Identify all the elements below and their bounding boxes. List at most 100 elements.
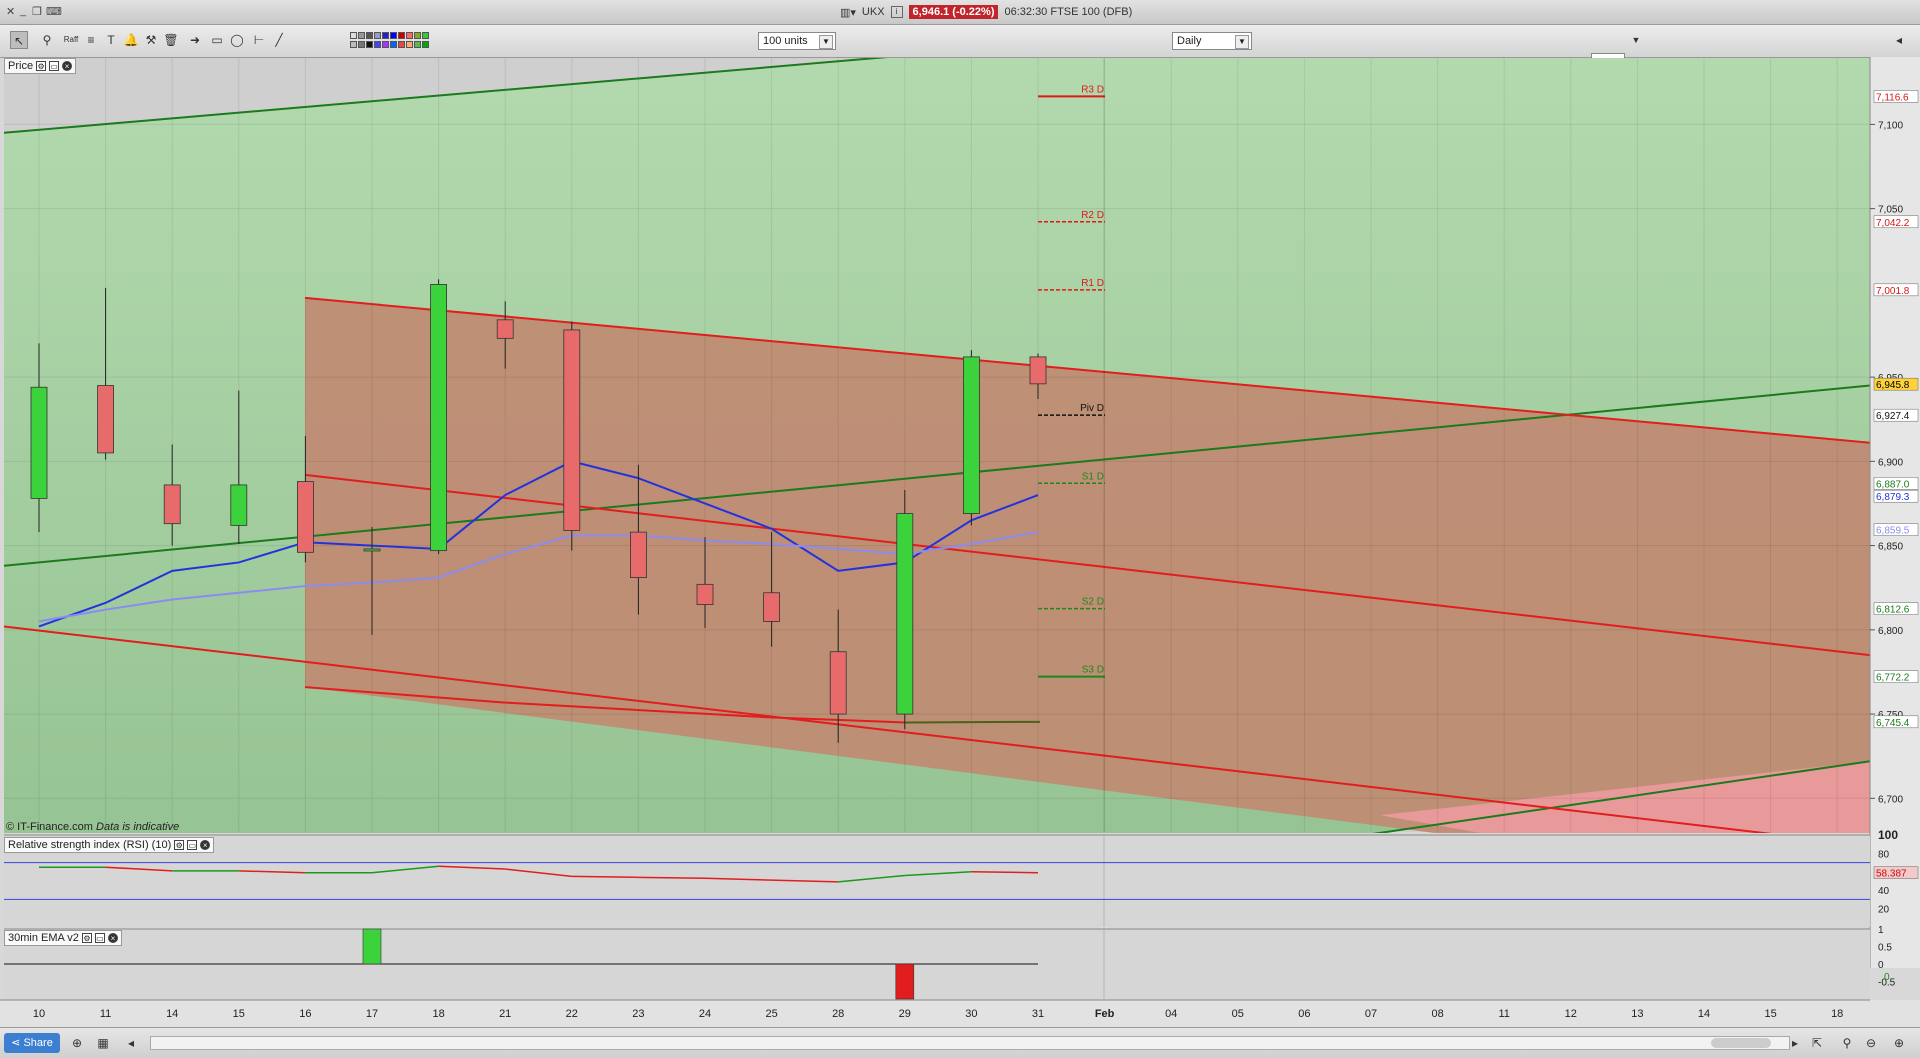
color-swatch[interactable] <box>398 32 405 39</box>
zoom-tool-icon[interactable]: ⚲ <box>38 31 56 49</box>
color-swatch[interactable] <box>366 32 373 39</box>
time-tick-label: 11 <box>1498 1008 1509 1020</box>
time-tick-label: 14 <box>166 1008 178 1020</box>
color-swatch[interactable] <box>414 32 421 39</box>
rsi-tick-label: 100 <box>1878 828 1898 842</box>
time-tick-label: Feb <box>1095 1008 1115 1020</box>
chart-area[interactable]: R3 D R2 D R1 D Piv D S1 D S2 D S3 D 7,100 7,050… <box>0 57 1920 1027</box>
watermark-note: Data is indicative <box>96 821 180 833</box>
last-price-tag: 6,945.8 <box>1876 380 1910 391</box>
period-select[interactable]: Daily ▼ <box>1172 32 1252 50</box>
minimize-window-icon[interactable]: _ <box>20 5 26 17</box>
close-panel-icon[interactable]: × <box>200 840 211 850</box>
time-tick-label: 07 <box>1365 1008 1377 1020</box>
pointer-tool-icon[interactable]: ↖ <box>10 31 28 49</box>
pivot-value-tag: 6,772.2 <box>1876 673 1910 684</box>
color-swatch[interactable] <box>406 41 413 48</box>
color-swatch[interactable] <box>406 32 413 39</box>
time-tick-label: 13 <box>1631 1008 1643 1020</box>
settings-wrench-icon[interactable]: ⚙ <box>36 61 47 71</box>
candle-body <box>430 284 448 552</box>
pivot-value-tag: 7,042.2 <box>1876 218 1910 229</box>
share-button[interactable]: ⋖ Share <box>4 1033 60 1053</box>
ema-panel-label: 30min EMA v2 ⚙ ▭ × <box>4 930 122 946</box>
time-tick-label: 16 <box>299 1008 311 1020</box>
candle-body <box>30 386 48 499</box>
rsi-tick-label: 20 <box>1878 905 1890 916</box>
color-swatch[interactable] <box>358 32 365 39</box>
candle-body <box>363 548 381 552</box>
scrollbar-thumb[interactable] <box>1711 1038 1771 1048</box>
close-panel-icon[interactable]: × <box>62 61 73 71</box>
chevron-down-icon: ▼ <box>1235 35 1249 49</box>
trend-line-tool-icon[interactable]: ╱ <box>270 31 288 49</box>
color-swatch[interactable] <box>422 41 429 48</box>
color-swatch[interactable] <box>390 32 397 39</box>
close-panel-icon[interactable]: × <box>107 933 118 943</box>
pivot-name: S1 D <box>1082 471 1104 482</box>
color-swatch[interactable] <box>358 41 365 48</box>
zoom-fit-icon[interactable]: ⚲ <box>1838 1034 1856 1052</box>
info-icon[interactable]: i <box>890 6 903 18</box>
color-swatch[interactable] <box>382 32 389 39</box>
time-scrollbar[interactable] <box>150 1036 1790 1050</box>
zoom-in-icon[interactable]: ⊕ <box>1890 1034 1908 1052</box>
color-swatch[interactable] <box>374 41 381 48</box>
indicators-dropdown-icon[interactable]: ▼ <box>1627 31 1645 49</box>
crosshair-icon[interactable]: ⊕ <box>68 1034 86 1052</box>
ema-signal-bar <box>362 928 382 965</box>
candle-body <box>763 592 780 622</box>
color-swatch[interactable] <box>390 41 397 48</box>
maximize-panel-icon[interactable]: ▭ <box>94 933 105 943</box>
restore-window-icon[interactable]: ❐ <box>32 5 42 18</box>
raff-tool-icon[interactable]: Raff <box>62 31 80 49</box>
scroll-right-icon[interactable]: ▸ <box>1786 1034 1804 1052</box>
keyboard-icon[interactable]: ⌨ <box>46 5 62 18</box>
color-swatch[interactable] <box>350 32 357 39</box>
time-tick-label: 12 <box>1565 1008 1577 1020</box>
units-select[interactable]: 100 units ▼ <box>758 32 836 50</box>
text-tool-icon[interactable]: T <box>102 31 120 49</box>
color-swatch[interactable] <box>398 41 405 48</box>
time-tick-label: 15 <box>233 1008 245 1020</box>
maximize-panel-icon[interactable]: ▭ <box>187 840 198 850</box>
rectangle-tool-icon[interactable]: ▭ <box>208 31 226 49</box>
hammer-tool-icon[interactable]: ⚒ <box>142 31 160 49</box>
time-label: 06:32:30 FTSE 100 (DFB) <box>1004 6 1133 18</box>
settings-wrench-icon[interactable]: ⚙ <box>81 933 92 943</box>
candle-body <box>896 513 914 715</box>
rsi-tick-label: 40 <box>1878 886 1890 897</box>
color-swatch[interactable] <box>422 32 429 39</box>
trash-icon[interactable]: 🗑 <box>162 31 180 49</box>
alert-bell-icon[interactable]: 🔔 <box>122 31 140 49</box>
axis-tick-label: 6,900 <box>1878 457 1903 468</box>
axis-tick-label: 7,050 <box>1878 205 1903 216</box>
time-tick-label: 17 <box>366 1008 378 1020</box>
share-label: Share <box>23 1037 53 1049</box>
color-swatch[interactable] <box>374 32 381 39</box>
time-tick-label: 30 <box>965 1008 977 1020</box>
pivot-name: R1 D <box>1081 278 1104 289</box>
side-panel-toggle-icon[interactable]: ◂ <box>1890 31 1908 49</box>
settings-wrench-icon[interactable]: ⚙ <box>174 840 185 850</box>
pivot-name: Piv D <box>1080 403 1104 414</box>
candle-body <box>1029 356 1047 385</box>
arrow-tool-icon[interactable]: ➜ <box>186 31 204 49</box>
color-swatch[interactable] <box>414 41 421 48</box>
time-tick-label: 23 <box>632 1008 644 1020</box>
close-window-icon[interactable]: ✕ <box>6 5 15 18</box>
scroll-left-icon[interactable]: ◂ <box>122 1034 140 1052</box>
fibonacci-tool-icon[interactable]: ≡ <box>82 31 100 49</box>
color-swatch[interactable] <box>382 41 389 48</box>
drawing-toolbar: ↖ ⚲ Raff ≡ T 🔔 ⚒ 🗑 ➜ ▭ ◯ ⊢ ╱ 100 units ▼… <box>0 25 1920 79</box>
grid-icon[interactable]: ▦ <box>94 1034 112 1052</box>
ellipse-tool-icon[interactable]: ◯ <box>228 31 246 49</box>
autoscale-icon[interactable]: ⇱ <box>1808 1034 1826 1052</box>
color-swatch[interactable] <box>350 41 357 48</box>
maximize-panel-icon[interactable]: ▭ <box>49 61 60 71</box>
pivot-name: R3 D <box>1081 84 1104 95</box>
horizontal-line-tool-icon[interactable]: ⊢ <box>250 31 268 49</box>
ema-panel-title: 30min EMA v2 <box>8 932 79 944</box>
color-swatch[interactable] <box>366 41 373 48</box>
zoom-out-icon[interactable]: ⊖ <box>1862 1034 1880 1052</box>
